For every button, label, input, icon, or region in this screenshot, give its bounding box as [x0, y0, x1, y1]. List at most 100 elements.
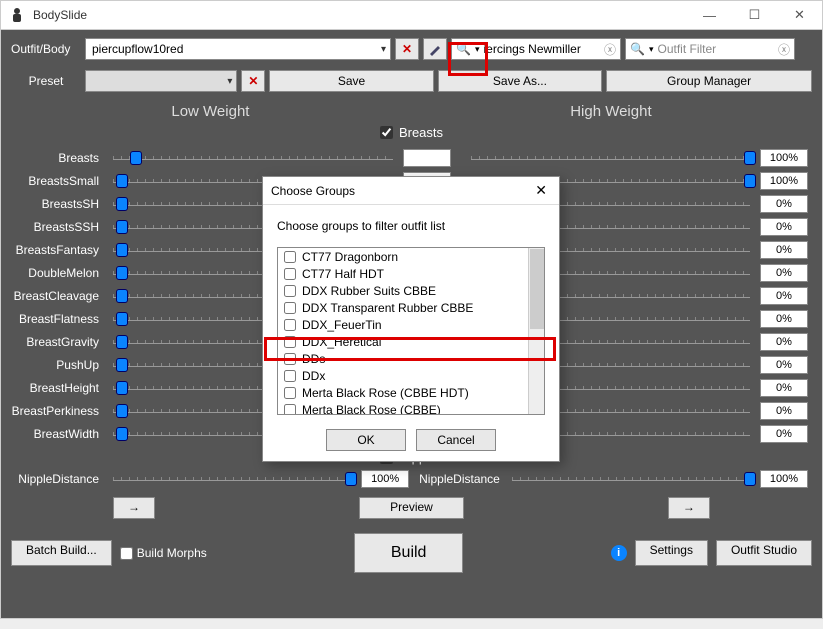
outfit-studio-button[interactable]: Outfit Studio: [716, 540, 812, 566]
list-item[interactable]: DDs: [278, 350, 544, 367]
clear-outfit-button[interactable]: ✕: [395, 38, 419, 60]
nipple-distance-low-slider[interactable]: [107, 469, 357, 489]
minimize-button[interactable]: —: [687, 1, 732, 30]
slider-label: BreastGravity: [11, 335, 107, 349]
high-pct[interactable]: 0%: [760, 356, 808, 374]
group-filter-input[interactable]: 🔍▾ iercings Newmiller ⓧ: [451, 38, 621, 60]
save-as-button[interactable]: Save As...: [438, 70, 602, 92]
list-item-checkbox[interactable]: [284, 251, 296, 263]
high-pct[interactable]: 0%: [760, 425, 808, 443]
cancel-button[interactable]: Cancel: [416, 429, 496, 451]
dialog-close-button[interactable]: ✕: [531, 182, 551, 199]
clear-icon[interactable]: ⓧ: [604, 41, 616, 58]
outfit-filter-placeholder: Outfit Filter: [657, 42, 716, 56]
high-slider[interactable]: [465, 148, 757, 168]
list-item-checkbox[interactable]: [284, 302, 296, 314]
ok-button[interactable]: OK: [326, 429, 406, 451]
list-item[interactable]: Merta Black Rose (CBBE): [278, 401, 544, 415]
outfit-row: Outfit/Body piercupflow10red ▾ ✕ 🔍▾ ierc…: [11, 36, 812, 62]
list-item[interactable]: DDX Rubber Suits CBBE: [278, 282, 544, 299]
list-item[interactable]: CT77 Half HDT: [278, 265, 544, 282]
groups-listbox[interactable]: CT77 Dragonborn CT77 Half HDTDDX Rubber S…: [277, 247, 545, 415]
list-item[interactable]: DDX Transparent Rubber CBBE: [278, 299, 544, 316]
save-button[interactable]: Save: [269, 70, 433, 92]
build-morphs-checkbox[interactable]: [120, 547, 133, 560]
high-pct[interactable]: 0%: [760, 218, 808, 236]
list-item-checkbox[interactable]: [284, 387, 296, 399]
scrollbar-thumb[interactable]: [530, 249, 544, 329]
brush-icon: [428, 42, 442, 56]
build-morphs-label[interactable]: Build Morphs: [120, 546, 207, 560]
maximize-button[interactable]: ☐: [732, 1, 777, 30]
slider-label: BreastCleavage: [11, 289, 107, 303]
breasts-section-label: Breasts: [399, 125, 443, 140]
high-pct[interactable]: 0%: [760, 310, 808, 328]
list-item-label: CT77 Half HDT: [302, 267, 384, 281]
list-item-label: Merta Black Rose (CBBE): [302, 403, 441, 416]
chevron-down-icon: ▾: [227, 76, 232, 87]
outfit-combo[interactable]: piercupflow10red ▾: [85, 38, 391, 60]
left-arrow-button[interactable]: →: [113, 497, 155, 519]
window-title: BodySlide: [33, 8, 687, 22]
high-pct[interactable]: 0%: [760, 402, 808, 420]
list-item[interactable]: DDx: [278, 367, 544, 384]
nipple-distance-high-pct[interactable]: 100%: [760, 470, 808, 488]
right-arrow-button[interactable]: →: [668, 497, 710, 519]
app-icon: [9, 7, 25, 23]
scrollbar[interactable]: [528, 248, 544, 414]
slider-label: DoubleMelon: [11, 266, 107, 280]
clear-preset-button[interactable]: ✕: [241, 70, 265, 92]
breasts-section-header: Breasts: [11, 122, 812, 142]
list-item-checkbox[interactable]: [284, 353, 296, 365]
group-manager-button[interactable]: Group Manager: [606, 70, 812, 92]
high-pct[interactable]: 0%: [760, 287, 808, 305]
nipple-distance-high-slider[interactable]: [506, 469, 756, 489]
nipple-distance-low-pct[interactable]: 100%: [361, 470, 409, 488]
build-row: Batch Build... Build Morphs Build i Sett…: [11, 533, 812, 573]
breasts-checkbox[interactable]: [380, 126, 393, 139]
list-item[interactable]: Merta Black Rose (CBBE HDT): [278, 384, 544, 401]
list-item[interactable]: CT77 Dragonborn: [278, 248, 544, 265]
slider-label: BreastWidth: [11, 427, 107, 441]
dialog-text: Choose groups to filter outfit list: [277, 219, 545, 233]
low-slider[interactable]: [107, 148, 399, 168]
preset-combo[interactable]: ▾: [85, 70, 237, 92]
list-item-checkbox[interactable]: [284, 285, 296, 297]
list-item-label: DDX_Heretical: [302, 335, 381, 349]
high-pct[interactable]: 0%: [760, 264, 808, 282]
high-pct[interactable]: 0%: [760, 195, 808, 213]
close-button[interactable]: ✕: [777, 1, 822, 30]
list-item-checkbox[interactable]: [284, 370, 296, 382]
clear-icon[interactable]: ⓧ: [778, 41, 790, 58]
nipple-distance-label-2: NippleDistance: [413, 472, 506, 486]
high-pct[interactable]: 0%: [760, 333, 808, 351]
list-item-checkbox[interactable]: [284, 404, 296, 416]
slider-label: BreastFlatness: [11, 312, 107, 326]
list-item[interactable]: DDX_FeuerTin: [278, 316, 544, 333]
info-icon[interactable]: i: [611, 545, 627, 561]
settings-button[interactable]: Settings: [635, 540, 708, 566]
build-button[interactable]: Build: [354, 533, 464, 573]
low-pct[interactable]: [403, 149, 451, 167]
list-item-checkbox[interactable]: [284, 319, 296, 331]
outfit-label: Outfit/Body: [11, 42, 81, 56]
high-pct[interactable]: 0%: [760, 241, 808, 259]
high-pct[interactable]: 100%: [760, 149, 808, 167]
choose-groups-dialog: Choose Groups ✕ Choose groups to filter …: [262, 176, 560, 462]
nipple-distance-row: NippleDistance 100% NippleDistance 100%: [11, 467, 812, 491]
browse-button[interactable]: [423, 38, 447, 60]
search-icon: 🔍: [630, 42, 645, 56]
batch-build-button[interactable]: Batch Build...: [11, 540, 112, 566]
list-item-label: DDs: [302, 352, 325, 366]
outfit-filter-input[interactable]: 🔍▾ Outfit Filter ⓧ: [625, 38, 795, 60]
high-pct[interactable]: 0%: [760, 379, 808, 397]
preset-row: Preset ▾ ✕ Save Save As... Group Manager: [11, 68, 812, 94]
high-pct[interactable]: 100%: [760, 172, 808, 190]
preview-button[interactable]: Preview: [359, 497, 464, 519]
preview-row: → Preview →: [11, 497, 812, 519]
list-item-checkbox[interactable]: [284, 268, 296, 280]
list-item-label: DDX Transparent Rubber CBBE: [302, 301, 473, 315]
list-item[interactable]: DDX_Heretical: [278, 333, 544, 350]
list-item-checkbox[interactable]: [284, 336, 296, 348]
slider-label: BreastsSSH: [11, 220, 107, 234]
